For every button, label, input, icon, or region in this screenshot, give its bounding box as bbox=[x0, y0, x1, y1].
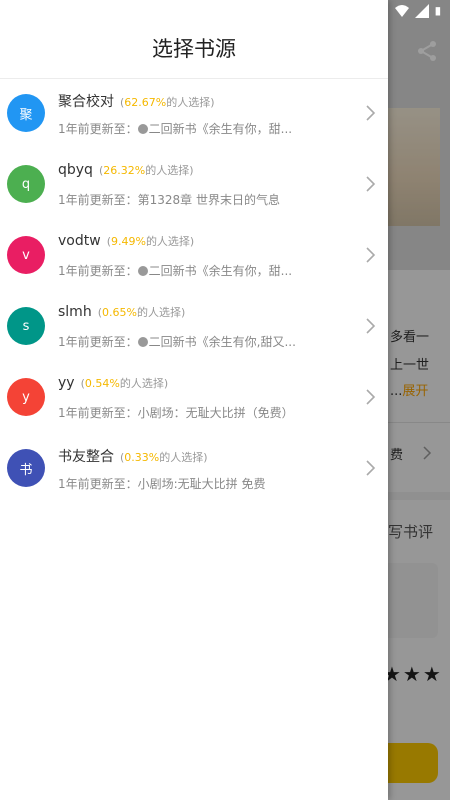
source-selection-drawer: 选择书源 聚 聚合校对 (62.67%的人选择) 1年前更新至： 二回新书《余生有… bbox=[0, 0, 388, 800]
update-label: 1年前更新至： bbox=[58, 406, 138, 420]
latest-update: 1年前更新至：第1328章 世界末日的气息 bbox=[58, 191, 280, 208]
source-name: vodtw bbox=[58, 233, 101, 249]
source-name: yy bbox=[58, 375, 75, 391]
battery-icon bbox=[435, 7, 441, 16]
source-item[interactable]: 书 书友整合 (0.33%的人选择) 1年前更新至：小剧场:无耻大比拼 免费 bbox=[0, 435, 388, 506]
selection-percent: 9.49% bbox=[110, 235, 146, 248]
latest-update: 1年前更新至： 二回新书《余生有你，甜... bbox=[58, 262, 292, 279]
source-avatar: v bbox=[7, 236, 45, 274]
chevron-right-icon bbox=[366, 318, 376, 334]
latest-chapter: 第1328章 世界末日的气息 bbox=[137, 193, 280, 207]
source-item[interactable]: y yy (0.54%的人选择) 1年前更新至：小剧场：无耻大比拼（免费） bbox=[0, 364, 388, 435]
selection-rate: (62.67%的人选择) bbox=[120, 96, 215, 109]
latest-chapter: 二回新书《余生有你，甜... bbox=[148, 264, 293, 278]
chevron-right-icon bbox=[366, 389, 376, 405]
update-label: 1年前更新至： bbox=[58, 193, 138, 207]
dot-icon bbox=[137, 266, 148, 276]
divider bbox=[0, 78, 388, 79]
latest-update: 1年前更新至：小剧场：无耻大比拼（免费） bbox=[58, 404, 294, 421]
latest-update: 1年前更新至：小剧场:无耻大比拼 免费 bbox=[58, 475, 266, 492]
source-item[interactable]: v vodtw (9.49%的人选择) 1年前更新至： 二回新书《余生有你，甜..… bbox=[0, 222, 388, 293]
selection-percent: 26.32% bbox=[103, 164, 146, 177]
selection-rate: (0.33%的人选择) bbox=[120, 451, 208, 464]
status-bar bbox=[395, 2, 444, 20]
source-avatar: 聚 bbox=[7, 94, 45, 132]
source-name-row: yy (0.54%的人选择) bbox=[58, 375, 168, 391]
source-name: slmh bbox=[58, 304, 92, 320]
chevron-right-icon bbox=[366, 176, 376, 192]
source-name: 聚合校对 bbox=[58, 94, 114, 110]
update-label: 1年前更新至： bbox=[58, 335, 138, 349]
selection-rate: (0.65%的人选择) bbox=[97, 306, 186, 319]
latest-chapter: 小剧场:无耻大比拼 免费 bbox=[137, 477, 266, 491]
source-item[interactable]: 聚 聚合校对 (62.67%的人选择) 1年前更新至： 二回新书《余生有你，甜..… bbox=[0, 80, 388, 151]
selection-percent: 0.54% bbox=[84, 377, 120, 390]
source-name-row: qbyq (26.32%的人选择) bbox=[58, 162, 194, 178]
selection-rate: (0.54%的人选择) bbox=[80, 377, 169, 390]
source-name-row: 聚合校对 (62.67%的人选择) bbox=[58, 91, 215, 111]
source-avatar: 书 bbox=[7, 449, 45, 487]
latest-update: 1年前更新至： 二回新书《余生有你，甜... bbox=[58, 120, 292, 137]
update-label: 1年前更新至： bbox=[58, 264, 138, 278]
source-name: qbyq bbox=[58, 162, 93, 178]
signal-icon bbox=[415, 4, 429, 18]
source-list: 聚 聚合校对 (62.67%的人选择) 1年前更新至： 二回新书《余生有你，甜..… bbox=[0, 80, 388, 506]
chevron-right-icon bbox=[366, 247, 376, 263]
selection-percent: 0.33% bbox=[124, 451, 160, 464]
latest-chapter: 二回新书《余生有你,甜又... bbox=[148, 335, 296, 349]
update-label: 1年前更新至： bbox=[58, 477, 138, 491]
selection-rate: (26.32%的人选择) bbox=[98, 164, 194, 177]
latest-chapter: 小剧场：无耻大比拼（免费） bbox=[137, 406, 294, 420]
source-avatar: q bbox=[7, 165, 45, 203]
selection-rate: (9.49%的人选择) bbox=[106, 235, 195, 248]
selection-percent: 62.67% bbox=[124, 96, 167, 109]
dot-icon bbox=[137, 337, 148, 347]
source-avatar: y bbox=[7, 378, 45, 416]
update-label: 1年前更新至： bbox=[58, 122, 138, 136]
source-name: 书友整合 bbox=[58, 449, 114, 465]
dot-icon bbox=[137, 124, 148, 134]
source-name-row: slmh (0.65%的人选择) bbox=[58, 304, 185, 320]
source-item[interactable]: s slmh (0.65%的人选择) 1年前更新至： 二回新书《余生有你,甜又..… bbox=[0, 293, 388, 364]
source-name-row: vodtw (9.49%的人选择) bbox=[58, 233, 194, 249]
wifi-icon bbox=[395, 5, 409, 17]
source-item[interactable]: q qbyq (26.32%的人选择) 1年前更新至：第1328章 世界末日的气… bbox=[0, 151, 388, 222]
latest-chapter: 二回新书《余生有你，甜... bbox=[148, 122, 293, 136]
source-avatar: s bbox=[7, 307, 45, 345]
chevron-right-icon bbox=[366, 460, 376, 476]
chevron-right-icon bbox=[366, 105, 376, 121]
selection-percent: 0.65% bbox=[102, 306, 137, 319]
drawer-title: 选择书源 bbox=[152, 37, 236, 61]
latest-update: 1年前更新至： 二回新书《余生有你,甜又... bbox=[58, 333, 296, 350]
source-name-row: 书友整合 (0.33%的人选择) bbox=[58, 446, 208, 466]
